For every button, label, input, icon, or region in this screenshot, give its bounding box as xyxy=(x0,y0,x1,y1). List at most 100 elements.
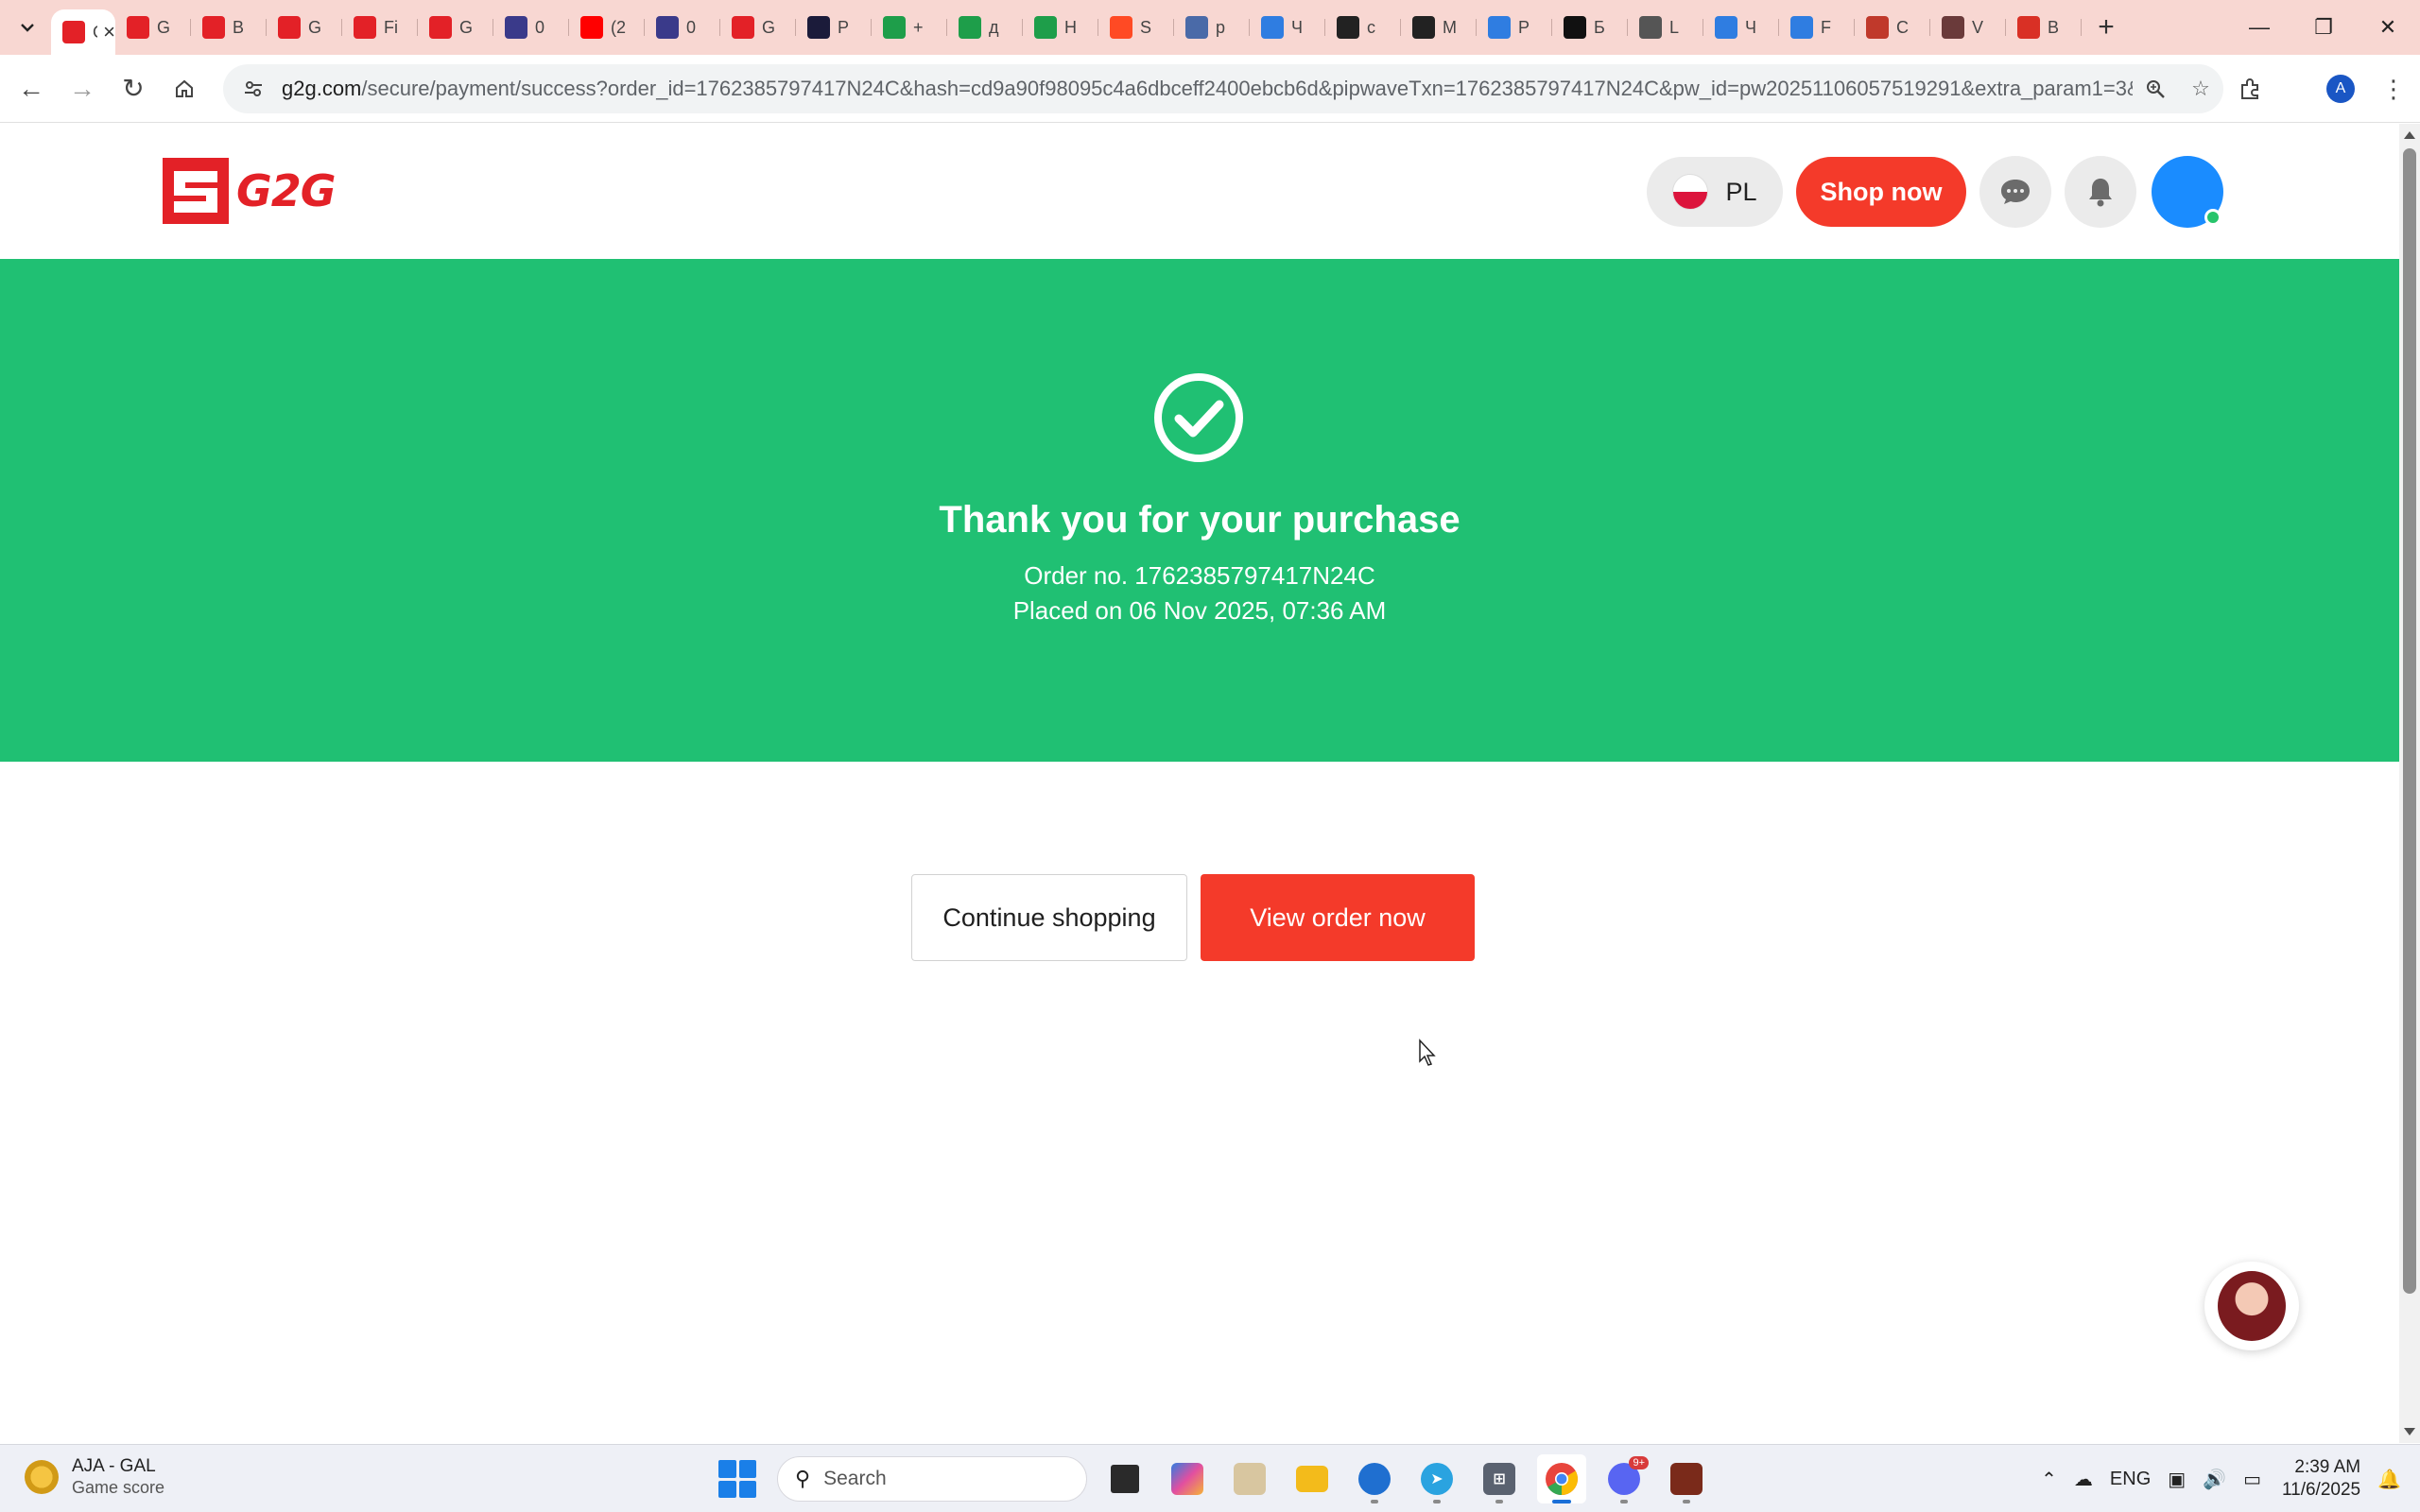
home-button[interactable] xyxy=(159,63,210,114)
browser-tab[interactable]: G xyxy=(267,0,342,55)
battery-icon[interactable]: ▭ xyxy=(2243,1468,2261,1491)
success-title: Thank you for your purchase xyxy=(939,499,1461,541)
tray-overflow-chevron-icon[interactable]: ⌃ xyxy=(2041,1468,2057,1491)
ninja-favicon-icon xyxy=(1942,16,1964,39)
browser-tab[interactable]: V xyxy=(1930,0,2006,55)
tab-title: P xyxy=(1518,17,1530,37)
tab-search-button[interactable] xyxy=(9,9,45,45)
notification-bell-icon[interactable]: 🔔 xyxy=(2377,1468,2401,1491)
file-explorer-app[interactable] xyxy=(1288,1454,1337,1503)
order-placed-date: Placed on 06 Nov 2025, 07:36 AM xyxy=(1012,596,1387,625)
browser-tab[interactable]: 0 xyxy=(645,0,720,55)
bookmark-star-icon[interactable]: ☆ xyxy=(2178,77,2223,101)
scroll-thumb[interactable] xyxy=(2403,148,2416,1294)
url-text[interactable]: g2g.com/secure/payment/success?order_id=… xyxy=(282,77,2133,101)
user-avatar-button[interactable] xyxy=(2152,156,2223,228)
windows-start-icon[interactable] xyxy=(718,1460,756,1498)
reload-button[interactable]: ↻ xyxy=(108,63,159,114)
f-blue-favicon-icon xyxy=(1715,16,1737,39)
close-window-button[interactable]: ✕ xyxy=(2356,0,2420,55)
browser-tab[interactable]: 0 xyxy=(493,0,569,55)
folder-icon xyxy=(1296,1466,1328,1492)
live-chat-widget[interactable] xyxy=(2197,1258,2301,1352)
browser-tab[interactable]: P xyxy=(1477,0,1552,55)
site-info-button[interactable] xyxy=(231,66,276,112)
browser-tab[interactable]: G× xyxy=(51,9,115,55)
g2g-favicon-icon xyxy=(732,16,754,39)
scroll-down-arrow-icon[interactable] xyxy=(2404,1428,2415,1435)
shop-now-button[interactable]: Shop now xyxy=(1796,157,1966,227)
browser-tab[interactable]: H xyxy=(1023,0,1098,55)
back-button[interactable]: ← xyxy=(6,63,57,114)
copilot-app[interactable] xyxy=(1163,1454,1212,1503)
browser-tab[interactable]: F xyxy=(1779,0,1855,55)
game-icon xyxy=(1670,1463,1703,1495)
browser-tab[interactable]: Ч xyxy=(1250,0,1325,55)
home-icon xyxy=(176,79,193,97)
game-app[interactable] xyxy=(1662,1454,1711,1503)
browser-tab[interactable]: G xyxy=(115,0,191,55)
discord-app[interactable]: 9+ xyxy=(1599,1454,1649,1503)
page-scrollbar[interactable] xyxy=(2399,124,2420,1443)
browser-tab[interactable]: B xyxy=(191,0,267,55)
browser-tab[interactable]: G xyxy=(720,0,796,55)
taskbar-clock[interactable]: 2:39 AM 11/6/2025 xyxy=(2282,1456,2360,1502)
network-icon[interactable]: ▣ xyxy=(2168,1468,2186,1491)
taskbar-search[interactable]: ⚲ Search xyxy=(777,1456,1087,1502)
openai-favicon-icon xyxy=(1337,16,1359,39)
vpn-app[interactable] xyxy=(1350,1454,1399,1503)
onedrive-cloud-icon[interactable]: ☁ xyxy=(2074,1468,2093,1491)
g2g-logo[interactable]: G2G xyxy=(163,158,337,224)
browser-tab[interactable]: Б xyxy=(1552,0,1628,55)
close-tab-icon[interactable]: × xyxy=(103,20,115,44)
profile-button[interactable]: A xyxy=(2314,62,2367,115)
browser-tab[interactable]: c xyxy=(1325,0,1401,55)
url-domain: g2g.com xyxy=(282,77,362,100)
view-order-button[interactable]: View order now xyxy=(1201,874,1475,961)
forward-button[interactable]: → xyxy=(57,63,108,114)
clock-time: 2:39 AM xyxy=(2294,1457,2361,1477)
new-tab-button[interactable]: + xyxy=(2087,9,2125,46)
restore-button[interactable]: ❐ xyxy=(2291,0,2356,55)
browser-tab[interactable]: p xyxy=(1174,0,1250,55)
extensions-icon[interactable] xyxy=(2223,62,2276,115)
lk-favicon-icon xyxy=(1564,16,1586,39)
task-view-app[interactable] xyxy=(1100,1454,1150,1503)
browser-tab[interactable]: P xyxy=(796,0,872,55)
calculator-app[interactable]: ⊞ xyxy=(1475,1454,1524,1503)
tab-title: F xyxy=(1821,17,1831,37)
menu-kebab-icon[interactable]: ⋮ xyxy=(2367,62,2420,115)
input-language[interactable]: ENG xyxy=(2110,1469,2151,1490)
logo-wordmark: G2G xyxy=(236,165,337,216)
notifications-button[interactable] xyxy=(2065,156,2136,228)
photos-app[interactable] xyxy=(1225,1454,1274,1503)
browser-tab[interactable]: Ч xyxy=(1703,0,1779,55)
chrome-app[interactable] xyxy=(1537,1454,1586,1503)
browser-tab[interactable]: + xyxy=(872,0,947,55)
browser-tab[interactable]: B xyxy=(2006,0,2082,55)
browser-tab[interactable]: C xyxy=(1855,0,1930,55)
telegram-app[interactable]: ➤ xyxy=(1412,1454,1461,1503)
g2g-favicon-icon xyxy=(62,21,85,43)
fish-favicon-icon xyxy=(1185,16,1208,39)
browser-tab[interactable]: S xyxy=(1098,0,1174,55)
mask-favicon-icon xyxy=(1412,16,1435,39)
browser-tab[interactable]: д xyxy=(947,0,1023,55)
browser-tab[interactable]: L xyxy=(1628,0,1703,55)
browser-tab[interactable]: G xyxy=(418,0,493,55)
vpn-icon xyxy=(1358,1463,1391,1495)
continue-shopping-button[interactable]: Continue shopping xyxy=(911,874,1187,961)
f-blue-favicon-icon xyxy=(1261,16,1284,39)
tab-list: G×GBGFiG0(20GP+дHSpЧcMPБLЧFCVB xyxy=(51,0,2082,55)
browser-tab[interactable]: M xyxy=(1401,0,1477,55)
browser-tab[interactable]: Fi xyxy=(342,0,418,55)
address-bar[interactable]: g2g.com/secure/payment/success?order_id=… xyxy=(223,64,2223,113)
weather-widget[interactable]: AJA - GAL Game score xyxy=(25,1456,164,1498)
volume-icon[interactable]: 🔊 xyxy=(2203,1468,2226,1491)
language-selector[interactable]: PL xyxy=(1647,157,1783,227)
chat-button[interactable] xyxy=(1979,156,2051,228)
zoom-icon[interactable] xyxy=(2133,78,2178,99)
browser-tab[interactable]: (2 xyxy=(569,0,645,55)
scroll-up-arrow-icon[interactable] xyxy=(2404,131,2415,139)
minimize-button[interactable]: — xyxy=(2227,0,2291,55)
